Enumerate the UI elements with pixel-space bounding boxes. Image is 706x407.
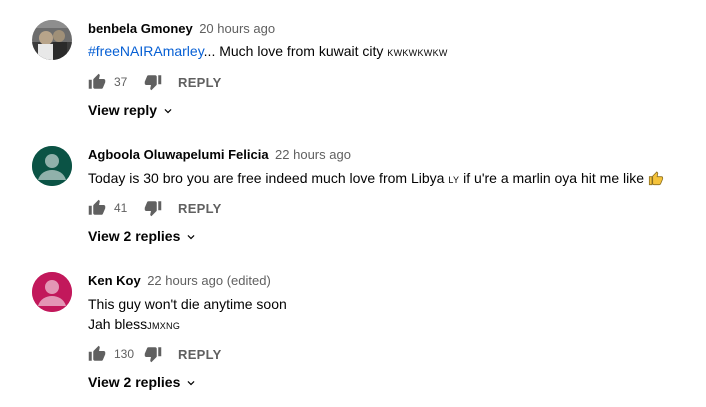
thumbs-down-icon[interactable] — [144, 345, 162, 363]
comment-text-main: ... Much love from kuwait city — [203, 43, 384, 59]
avatar-photo-icon — [32, 20, 72, 60]
like-count: 130 — [114, 347, 135, 361]
comment-text-main: Jah bless — [88, 316, 148, 332]
author-name[interactable]: Agboola Oluwapelumi Felicia — [88, 147, 269, 162]
comment-toolbar: 130 REPLY — [88, 344, 222, 364]
chevron-down-icon — [184, 229, 198, 243]
default-avatar-icon — [32, 146, 72, 186]
comment-text-suffix: KWKWKWKW — [387, 48, 448, 58]
comment-body: benbela Gmoney 20 hours ago #freeNAIRAma… — [88, 20, 706, 118]
reply-button[interactable]: REPLY — [178, 75, 222, 90]
default-avatar-icon — [32, 272, 72, 312]
comment-header: Agboola Oluwapelumi Felicia 22 hours ago — [88, 146, 706, 164]
thumbs-up-icon[interactable] — [88, 345, 106, 363]
comment-text: Today is 30 bro you are free indeed much… — [88, 168, 706, 191]
author-name[interactable]: benbela Gmoney — [88, 21, 193, 36]
view-replies-label: View 2 replies — [88, 374, 181, 390]
avatar[interactable] — [32, 146, 72, 186]
comment-text-main: Today is 30 bro you are free indeed much… — [88, 170, 445, 186]
comment-header: benbela Gmoney 20 hours ago — [88, 20, 706, 38]
chevron-down-icon — [184, 375, 198, 389]
author-name[interactable]: Ken Koy — [88, 273, 141, 288]
view-replies-label: View reply — [88, 102, 158, 118]
thumbs-down-icon[interactable] — [144, 73, 162, 91]
comment-body: Ken Koy 22 hours ago (edited) This guy w… — [88, 272, 706, 390]
view-replies-button[interactable]: View 2 replies — [88, 372, 198, 392]
comment-text-suffix: JMXNG — [147, 321, 181, 331]
comment-header: Ken Koy 22 hours ago (edited) — [88, 272, 706, 290]
thumbs-up-icon[interactable] — [88, 199, 106, 217]
like-count: 41 — [114, 201, 128, 215]
avatar[interactable] — [32, 272, 72, 312]
comment-body: Agboola Oluwapelumi Felicia 22 hours ago… — [88, 146, 706, 244]
view-replies-button[interactable]: View reply — [88, 100, 175, 120]
comments-section: benbela Gmoney 20 hours ago #freeNAIRAma… — [0, 0, 706, 407]
thumbs-up-emoji-icon — [648, 170, 664, 191]
view-replies-label: View 2 replies — [88, 228, 181, 244]
comment-toolbar: 41 REPLY — [88, 198, 222, 218]
view-replies-button[interactable]: View 2 replies — [88, 226, 198, 246]
thumbs-up-icon[interactable] — [88, 73, 106, 91]
comment-text-mid: LY — [448, 175, 460, 185]
thumbs-down-icon[interactable] — [144, 199, 162, 217]
hashtag-link[interactable]: #freeNAIRAmarley — [88, 43, 204, 59]
comment-text-line-1: This guy won't die anytime soon — [88, 296, 287, 312]
comment-toolbar: 37 REPLY — [88, 72, 222, 92]
avatar[interactable] — [32, 20, 72, 60]
comment-time[interactable]: 22 hours ago (edited) — [147, 273, 271, 288]
like-count: 37 — [114, 75, 128, 89]
comment-time[interactable]: 20 hours ago — [199, 21, 275, 36]
comment-text-line-2: Jah blessJMXNG — [88, 314, 706, 336]
comment-time[interactable]: 22 hours ago — [275, 147, 351, 162]
comment-text: #freeNAIRAmarley... Much love from kuwai… — [88, 41, 706, 63]
reply-button[interactable]: REPLY — [178, 347, 222, 362]
comment-text-end: if u're a marlin oya hit me like — [463, 170, 645, 186]
chevron-down-icon — [161, 103, 175, 117]
reply-button[interactable]: REPLY — [178, 201, 222, 216]
